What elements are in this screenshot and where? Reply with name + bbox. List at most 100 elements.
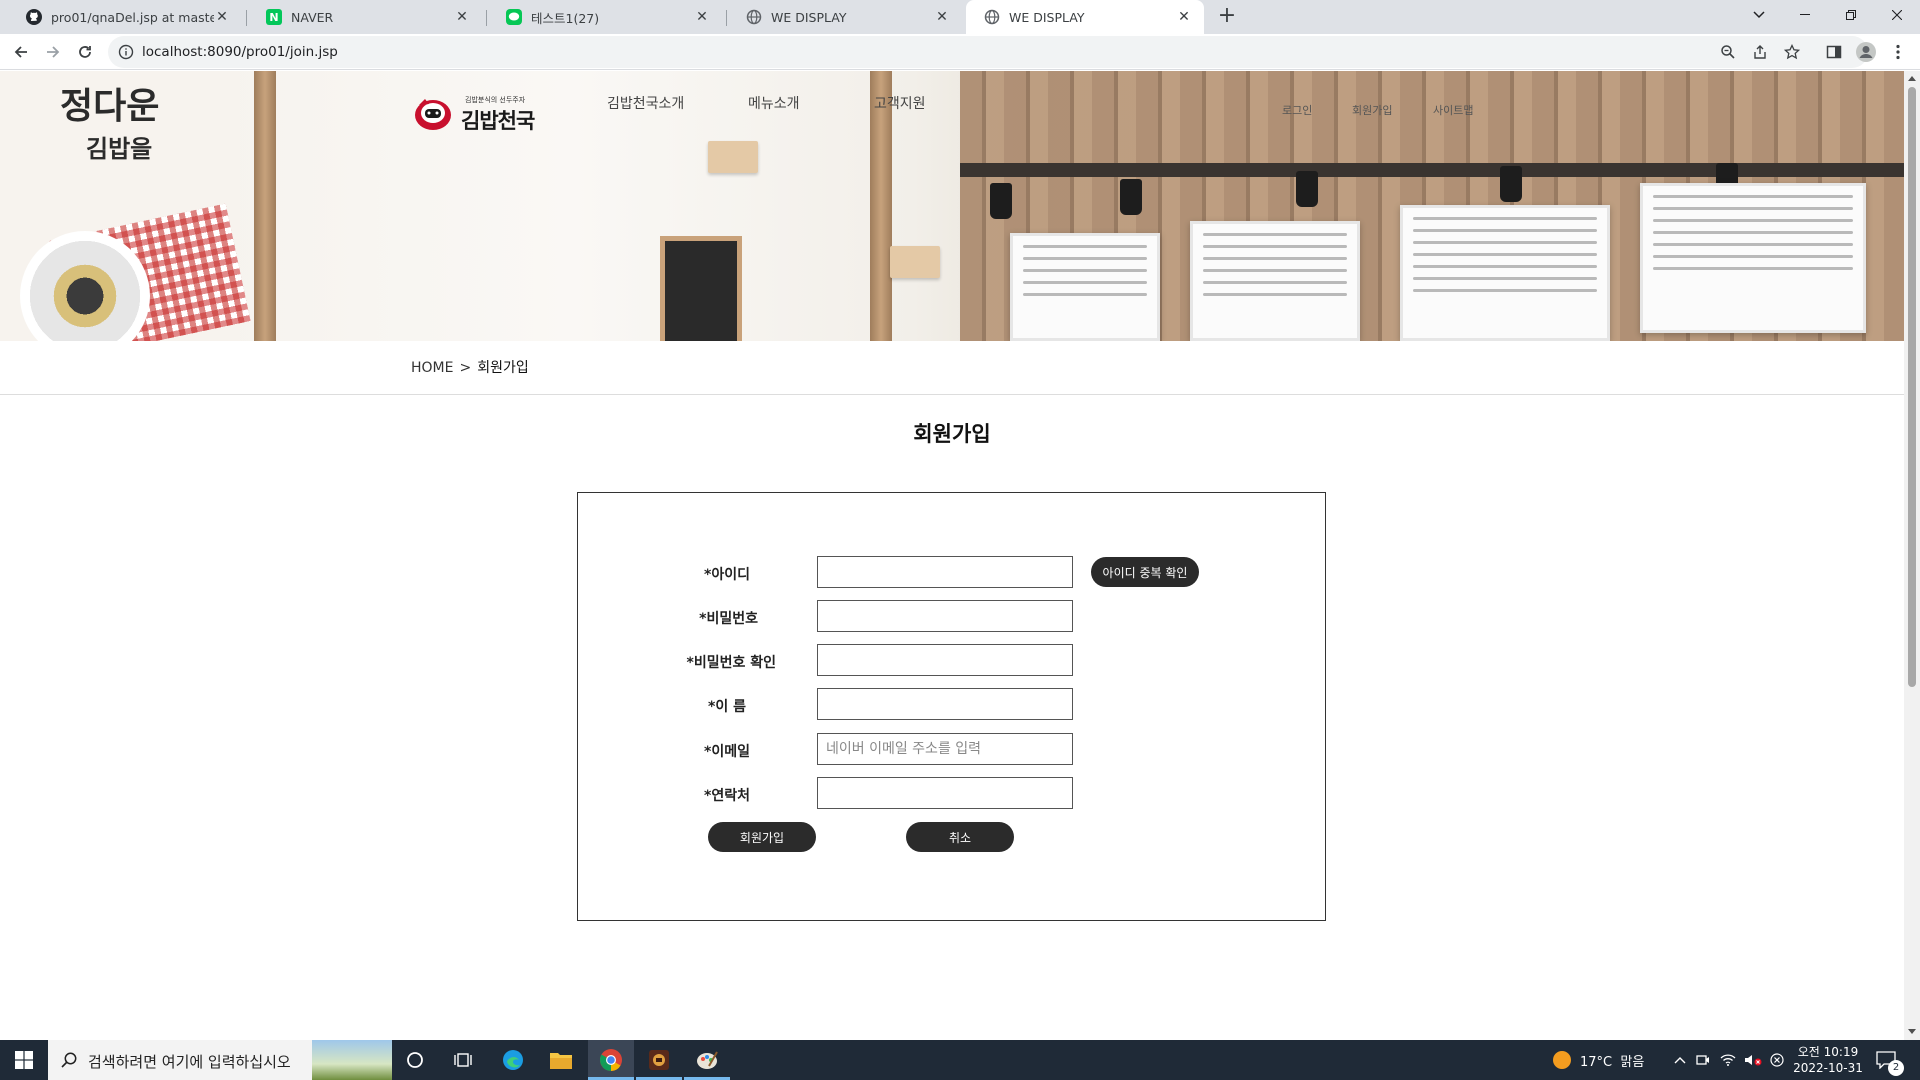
minimize-button[interactable] [1782,0,1828,30]
cortana-icon[interactable] [392,1040,438,1080]
network-icon[interactable] [1720,1040,1736,1080]
taskbar-clock[interactable]: 오전 10:19 2022-10-31 [1792,1040,1864,1080]
clock-time: 오전 10:19 [1797,1045,1859,1059]
poster-text: 정다운 [60,85,160,127]
logo-text: 김밥천국 [461,108,535,133]
password-confirm-input[interactable] [817,644,1073,676]
clock-date: 2022-10-31 [1793,1061,1863,1075]
browser-menu-icon[interactable] [1886,40,1910,64]
browser-tabstrip: pro01/qnaDel.jsp at master · ok ✕ N NAVE… [0,0,1920,34]
site-info-icon[interactable] [118,44,134,60]
breadcrumb: HOME > 회원가입 [411,357,529,377]
breadcrumb-bar: HOME > 회원가입 [0,341,1904,395]
meet-now-icon[interactable] [1696,1040,1710,1080]
join-form: *아이디 아이디 중복 확인 *비밀번호 *비밀번호 확인 *이 름 *이메일 … [577,492,1326,921]
bookmark-star-icon[interactable] [1782,42,1802,62]
side-panel-icon[interactable] [1822,40,1846,64]
field-label: *비밀번호 확인 [686,655,776,671]
join-link[interactable]: 회원가입 [1352,102,1392,118]
task-view-icon[interactable] [440,1040,486,1080]
breadcrumb-home[interactable]: HOME [411,360,453,376]
submit-join-button[interactable]: 회원가입 [708,822,816,852]
taskbar-search-box[interactable]: 검색하려면 여기에 입력하십시오 [48,1040,392,1080]
sun-icon [1553,1051,1571,1069]
windows-start-icon[interactable] [0,1040,48,1080]
sitemap-link[interactable]: 사이트맵 [1433,102,1473,118]
password-input[interactable] [817,600,1073,632]
breadcrumb-current: 회원가입 [477,360,529,376]
phone-input[interactable] [817,777,1073,809]
email-input[interactable] [817,733,1073,765]
profile-avatar-icon[interactable] [1854,40,1878,64]
scroll-down-arrow-icon[interactable] [1908,1029,1916,1034]
line-icon [506,9,522,25]
tab-we-display[interactable]: WE DISPLAY ✕ [728,0,962,34]
field-label: *이 름 [708,699,746,715]
tab-we-display-active[interactable]: WE DISPLAY ✕ [966,0,1204,34]
paint-app-icon[interactable] [684,1040,730,1080]
login-link[interactable]: 로그인 [1282,102,1312,118]
browser-toolbar: localhost:8090/pro01/join.jsp [0,34,1920,70]
header-hero-image: 정다운 김밥을 [0,71,1904,341]
close-window-button[interactable] [1874,0,1920,30]
wall-frame-image [660,236,742,341]
tab-naver[interactable]: N NAVER ✕ [248,0,482,34]
field-label: *아이디 [704,567,750,583]
logo-tagline: 김밥분식의 선두주자 [465,96,526,104]
tab-github[interactable]: pro01/qnaDel.jsp at master · ok ✕ [8,0,242,34]
close-icon[interactable]: ✕ [1176,9,1192,25]
close-icon[interactable]: ✕ [214,9,230,25]
back-button[interactable] [8,39,34,65]
game-app-icon[interactable] [636,1040,682,1080]
restore-button[interactable] [1828,0,1874,30]
address-bar[interactable]: localhost:8090/pro01/join.jsp [108,36,1868,68]
volume-muted-icon[interactable] [1744,1040,1762,1080]
edge-icon[interactable] [490,1040,536,1080]
close-icon[interactable]: ✕ [694,9,710,25]
name-input[interactable] [817,688,1073,720]
notification-center-icon[interactable]: 2 [1876,1040,1904,1080]
lamp-image [1296,171,1318,207]
new-tab-button[interactable]: + [1214,4,1240,30]
tab-divider [726,10,727,26]
tab-title: pro01/qnaDel.jsp at master · ok [51,9,214,25]
tab-line[interactable]: 테스트1(27) ✕ [488,0,722,34]
weather-text: 17°C 맑음 [1580,1054,1645,1070]
nav-item-menu[interactable]: 메뉴소개 [748,93,800,113]
status-error-icon[interactable] [1770,1040,1784,1080]
tab-title: WE DISPLAY [1009,9,1085,25]
chrome-icon[interactable] [588,1040,634,1080]
show-hidden-icons-chevron-icon[interactable] [1674,1040,1686,1080]
tab-divider [486,10,487,26]
id-check-button[interactable]: 아이디 중복 확인 [1091,557,1199,587]
file-explorer-icon[interactable] [538,1040,584,1080]
field-label: *연락처 [704,788,750,804]
field-label: *이메일 [704,744,750,760]
cancel-button[interactable]: 취소 [906,822,1014,852]
scrollbar-thumb[interactable] [1908,87,1916,687]
close-icon[interactable]: ✕ [934,9,950,25]
forward-button[interactable] [40,39,66,65]
close-icon[interactable]: ✕ [454,9,470,25]
hero-poster: 정다운 김밥을 [0,71,251,341]
lamp-image [1500,166,1522,202]
nav-item-about[interactable]: 김밥천국소개 [607,93,684,113]
nav-item-support[interactable]: 고객지원 [874,93,926,113]
share-icon[interactable] [1750,42,1770,62]
field-label: *비밀번호 [699,611,758,627]
zoom-icon[interactable] [1718,42,1738,62]
form-row-phone: *연락처 [578,777,1327,809]
page-title: 회원가입 [913,422,991,446]
weather-widget[interactable]: 17°C 맑음 [1552,1040,1644,1080]
tab-search-chevron-icon[interactable] [1736,0,1782,30]
form-row-name: *이 름 [578,688,1327,720]
scroll-up-arrow-icon[interactable] [1908,76,1916,81]
page-scrollbar[interactable] [1904,71,1920,1040]
form-row-password-confirm: *비밀번호 확인 [578,644,1327,676]
globe-icon [746,9,762,25]
lamp-image [990,183,1012,219]
reload-button[interactable] [72,39,98,65]
site-logo[interactable]: 김밥분식의 선두주자 김밥천국 [411,89,543,137]
id-input[interactable] [817,556,1073,588]
naver-icon: N [266,9,282,25]
